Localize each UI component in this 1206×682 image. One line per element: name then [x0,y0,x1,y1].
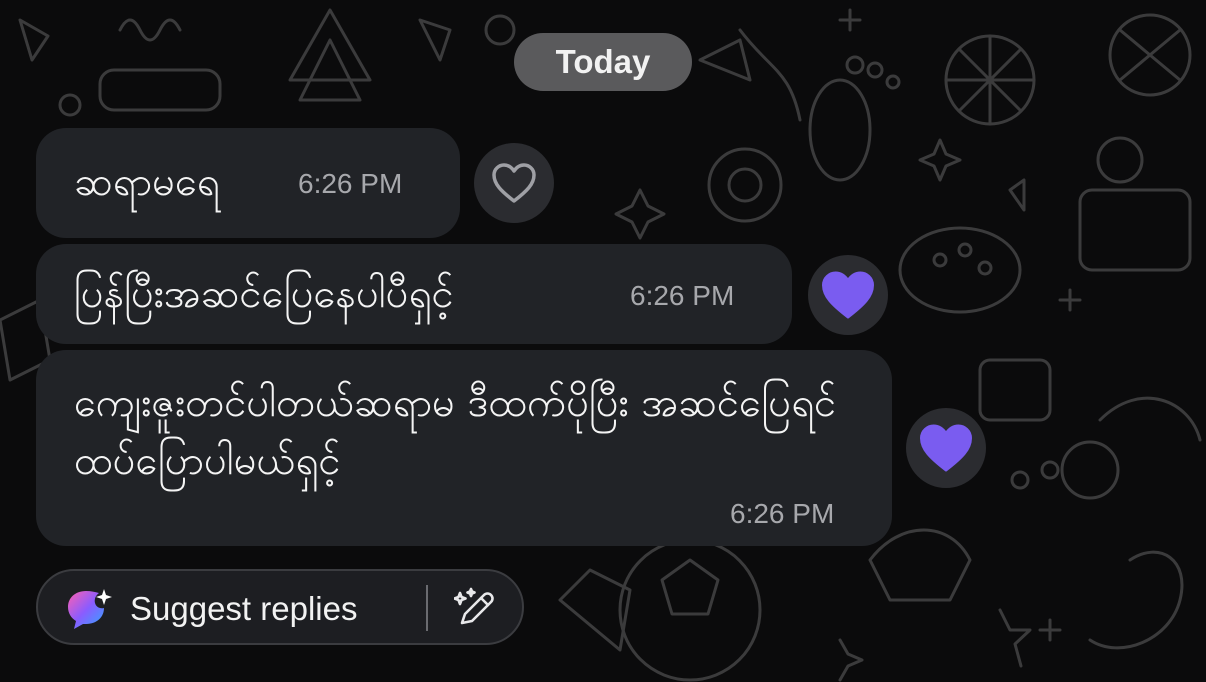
date-separator: Today [514,33,692,91]
message-timestamp: 6:26 PM [298,168,403,199]
message-bubble[interactable]: ဆရာမရေ 6:26 PM [36,128,460,238]
reaction-button[interactable] [906,408,986,488]
heart-filled-icon [822,271,874,319]
message-timestamp: 6:26 PM [630,280,735,311]
ai-sparkle-chat-icon [68,589,112,629]
message-bubble[interactable]: ကျေးဇူးတင်ပါတယ်ဆရာမ ဒီထက်ပိုပြီး အဆင်ပြေ… [36,350,892,546]
message-text: ဆရာမရေ [74,159,220,205]
suggest-replies-button[interactable]: Suggest replies [36,569,524,645]
reaction-button[interactable] [474,143,554,223]
reaction-button[interactable] [808,255,888,335]
message-text: ကျေးဇူးတင်ပါတယ်ဆရာမ ဒီထက်ပိုပြီး အဆင်ပြေ… [74,380,837,484]
message-timestamp: 6:26 PM [730,498,835,529]
heart-outline-icon [492,163,536,203]
message-bubble[interactable]: ပြန်ပြီးအဆင်ပြေနေပါပီရှင့် 6:26 PM [36,244,792,344]
heart-filled-icon [920,424,972,472]
suggest-replies-label: Suggest replies [130,590,358,627]
magic-pen-icon[interactable] [454,587,496,629]
message-text: ပြန်ပြီးအဆင်ပြေနေပါပီရှင့် [74,271,454,317]
divider [426,585,428,631]
